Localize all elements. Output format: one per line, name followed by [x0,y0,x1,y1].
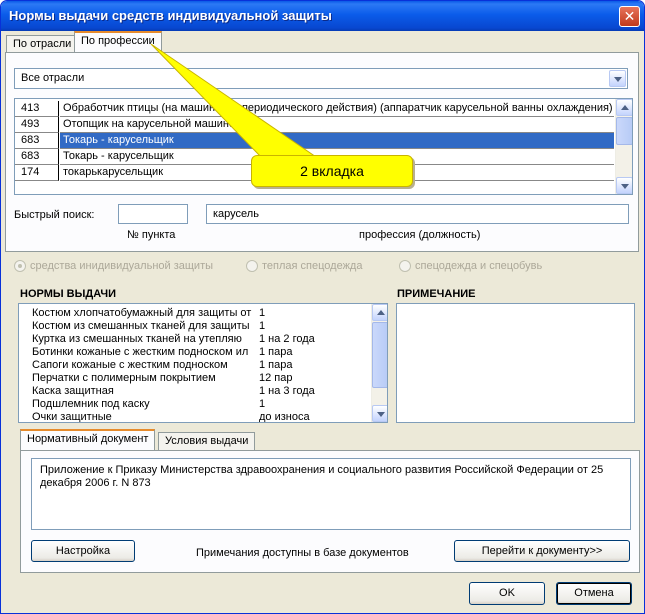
chevron-up-icon [621,105,629,110]
norm-item-qty: 1 пара [259,346,293,358]
norm-item-name: Каска защитная [32,385,114,397]
industry-select[interactable]: Все отрасли [14,68,628,89]
norm-item-qty: до износа [259,411,310,423]
settings-button-label: Настройка [55,545,111,557]
radio-ppe[interactable] [14,260,26,272]
norm-item-qty: 1 [259,320,266,332]
chevron-down-icon [614,77,622,82]
radio-workwear[interactable] [399,260,411,272]
industry-dropdown-button[interactable] [609,70,626,87]
ok-button[interactable]: OK [469,582,545,605]
dialog-window: Нормы выдачи средств индивидуальной защи… [0,0,645,614]
norm-item-qty: 1 [259,307,266,319]
item-number-input[interactable] [118,204,188,224]
profession-code: 493 [15,117,59,133]
industry-select-value: Все отрасли [21,72,85,84]
tab-issue-conditions-label: Условия выдачи [165,435,249,447]
norm-item-qty: 1 пара [259,359,293,371]
go-to-document-button-label: Перейти к документу>> [481,545,603,557]
scroll-up-button[interactable] [616,99,632,116]
norm-item-name: Ботинки кожаные с жестким подноском ил [32,346,249,358]
tab-issue-conditions[interactable]: Условия выдачи [158,432,256,451]
document-text-box[interactable]: Приложение к Приказу Министерства здраво… [31,458,631,530]
note-box[interactable] [396,303,635,423]
profession-row[interactable]: 413 Обработчик птицы (на машинах неперио… [15,101,614,117]
go-to-document-button[interactable]: Перейти к документу>> [454,540,630,562]
profession-row-selected[interactable]: 683 Токарь - карусельщик [15,133,614,149]
scroll-down-button[interactable] [372,405,387,422]
profession-search-input[interactable]: карусель [206,204,629,224]
cancel-button-label: Отмена [574,587,614,599]
norm-item-name: Костюм хлопчатобумажный для защиты от [32,307,252,319]
close-icon: ✕ [623,8,636,24]
tab-normative-document[interactable]: Нормативный документ [20,429,156,451]
callout-label: 2 вкладка [251,155,413,187]
title-bar[interactable]: Нормы выдачи средств индивидуальной защи… [1,1,644,31]
profession-name: Токарь - карусельщик [60,133,614,149]
radio-ppe-label: средства инидивидуальной защиты [30,260,214,272]
document-text: Приложение к Приказу Министерства здраво… [40,464,604,489]
cancel-button[interactable]: Отмена [556,582,632,605]
scroll-thumb[interactable] [616,117,632,145]
tab-by-industry-label: По отрасли [13,38,72,50]
norm-item-qty: 1 [259,398,266,410]
profession-code: 683 [15,149,59,165]
note-heading: ПРИМЕЧАНИЕ [397,288,476,300]
radio-warm-clothing[interactable] [246,260,258,272]
norm-item-name: Подшлемник под каску [32,398,150,410]
settings-button[interactable]: Настройка [31,540,135,562]
scroll-up-button[interactable] [372,304,387,321]
profession-code: 413 [15,101,59,117]
profession-list-scrollbar[interactable] [615,99,632,194]
ok-button-label: OK [499,587,515,599]
profession-name: Обработчик птицы (на машинах непериодиче… [60,101,614,117]
norm-item-name: Очки защитные [32,411,112,423]
profession-row[interactable]: 493 Отопщик на карусельной машине [15,117,614,133]
norm-item-name: Костюм из смешанных тканей для защиты [32,320,250,332]
profession-code: 174 [15,165,59,181]
quick-search-label: Быстрый поиск: [14,209,95,221]
tab-normative-document-label: Нормативный документ [27,433,149,445]
scroll-down-button[interactable] [616,177,632,194]
norms-heading: НОРМЫ ВЫДАЧИ [20,288,116,300]
chevron-down-icon [621,184,629,189]
profession-caption: профессия (должность) [359,229,481,241]
norms-list-scrollbar[interactable] [371,304,387,422]
norm-item-qty: 1 на 2 года [259,333,315,345]
notes-info-text: Примечания доступны в базе документов [196,547,409,559]
chevron-down-icon [377,412,385,417]
item-number-caption: № пункта [127,229,176,241]
profession-name: Отопщик на карусельной машине [60,117,614,133]
tab-by-profession-label: По профессии [81,35,155,47]
scroll-thumb[interactable] [372,322,387,388]
norms-list[interactable]: Костюм хлопчатобумажный для защиты от 1 К… [18,303,388,423]
norm-item-name: Куртка из смешанных тканей на утепляю [32,333,242,345]
norm-item-qty: 12 пар [259,372,293,384]
window-title: Нормы выдачи средств индивидуальной защи… [9,8,332,23]
profession-search-input-value: карусель [213,208,259,220]
chevron-up-icon [377,310,385,315]
tab-by-profession[interactable]: По профессии [74,31,162,53]
norm-item-qty: 1 на 3 года [259,385,315,397]
profession-code: 683 [15,133,59,149]
norm-item-name: Сапоги кожаные с жестким подноском [32,359,228,371]
close-button[interactable]: ✕ [619,6,640,27]
radio-workwear-label: спецодежда и спецобувь [415,260,543,272]
radio-warm-clothing-label: теплая спецодежда [262,260,363,272]
norm-item-name: Перчатки с полимерным покрытием [32,372,216,384]
